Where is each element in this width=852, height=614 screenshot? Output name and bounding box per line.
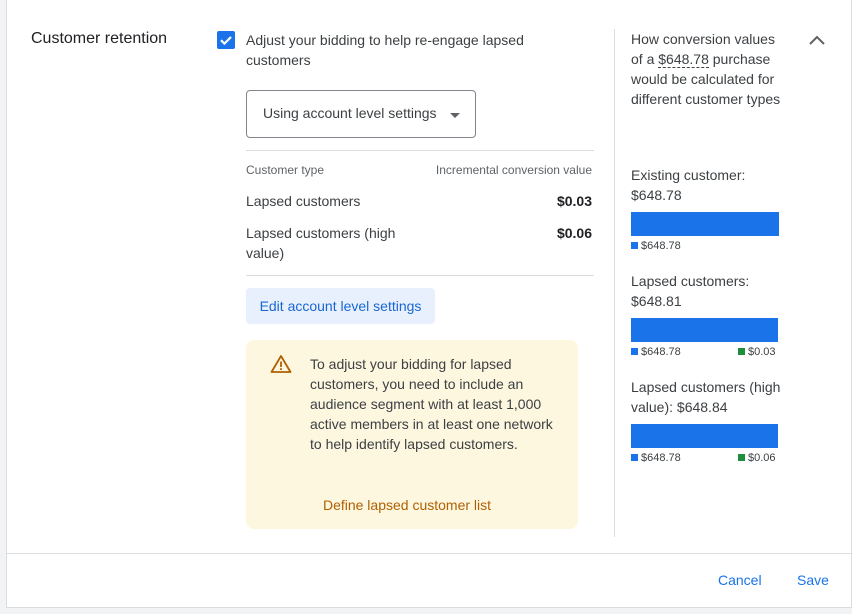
warning-text: To adjust your bidding for lapsed custom…: [310, 356, 553, 452]
row-label-lapsed-high: Lapsed customers (high value): [246, 225, 396, 261]
col-header-incremental-value: Incremental conversion value: [435, 163, 592, 177]
legend-base-lapsed: $648.78: [631, 346, 681, 358]
segment-bar-existing: [631, 212, 779, 236]
purchase-amount[interactable]: $648.78: [658, 51, 709, 68]
customer-retention-card: Customer retention Adjust your bidding t…: [6, 0, 852, 608]
legend-base-lapsed-high: $648.78: [631, 452, 681, 464]
edit-account-settings-button[interactable]: Edit account level settings: [246, 288, 435, 324]
segment-label-lapsed: Lapsed customers: $648.81: [631, 273, 750, 309]
sidebar-title: How conversion values of a $648.78 purch…: [631, 31, 781, 107]
row-label-lapsed: Lapsed customers: [246, 193, 361, 209]
cancel-button[interactable]: Cancel: [718, 572, 762, 588]
bidding-settings-select[interactable]: Using account level settings: [246, 90, 476, 138]
select-value: Using account level settings: [263, 105, 437, 121]
warning-banner: To adjust your bidding for lapsed custom…: [246, 340, 578, 529]
define-lapsed-list-link[interactable]: Define lapsed customer list: [246, 497, 568, 513]
segment-bar-lapsed-high: [631, 424, 778, 448]
row-value-lapsed: $0.03: [556, 193, 592, 209]
chevron-up-icon[interactable]: [807, 31, 827, 51]
footer-divider: [7, 553, 852, 554]
row-value-lapsed-high: $0.06: [556, 225, 592, 241]
save-button[interactable]: Save: [797, 572, 829, 588]
reengage-checkbox-label[interactable]: Adjust your bidding to help re-engage la…: [246, 30, 576, 70]
check-icon: [220, 36, 232, 46]
table-divider-top: [246, 150, 594, 151]
vertical-divider: [614, 29, 615, 537]
legend-base-existing: $648.78: [631, 240, 681, 252]
segment-label-existing: Existing customer: $648.78: [631, 167, 746, 203]
warning-triangle-icon: [270, 355, 292, 373]
section-title: Customer retention: [31, 30, 168, 47]
caret-down-icon: [450, 113, 460, 118]
col-header-customer-type: Customer type: [246, 163, 325, 177]
legend-extra-lapsed: $0.03: [738, 346, 776, 358]
reengage-checkbox[interactable]: [217, 31, 235, 49]
legend-extra-lapsed-high: $0.06: [738, 452, 776, 464]
segment-label-lapsed-high: Lapsed customers (high value): $648.84: [631, 379, 781, 415]
table-divider-bottom: [246, 275, 594, 276]
segment-bar-lapsed: [631, 318, 778, 342]
